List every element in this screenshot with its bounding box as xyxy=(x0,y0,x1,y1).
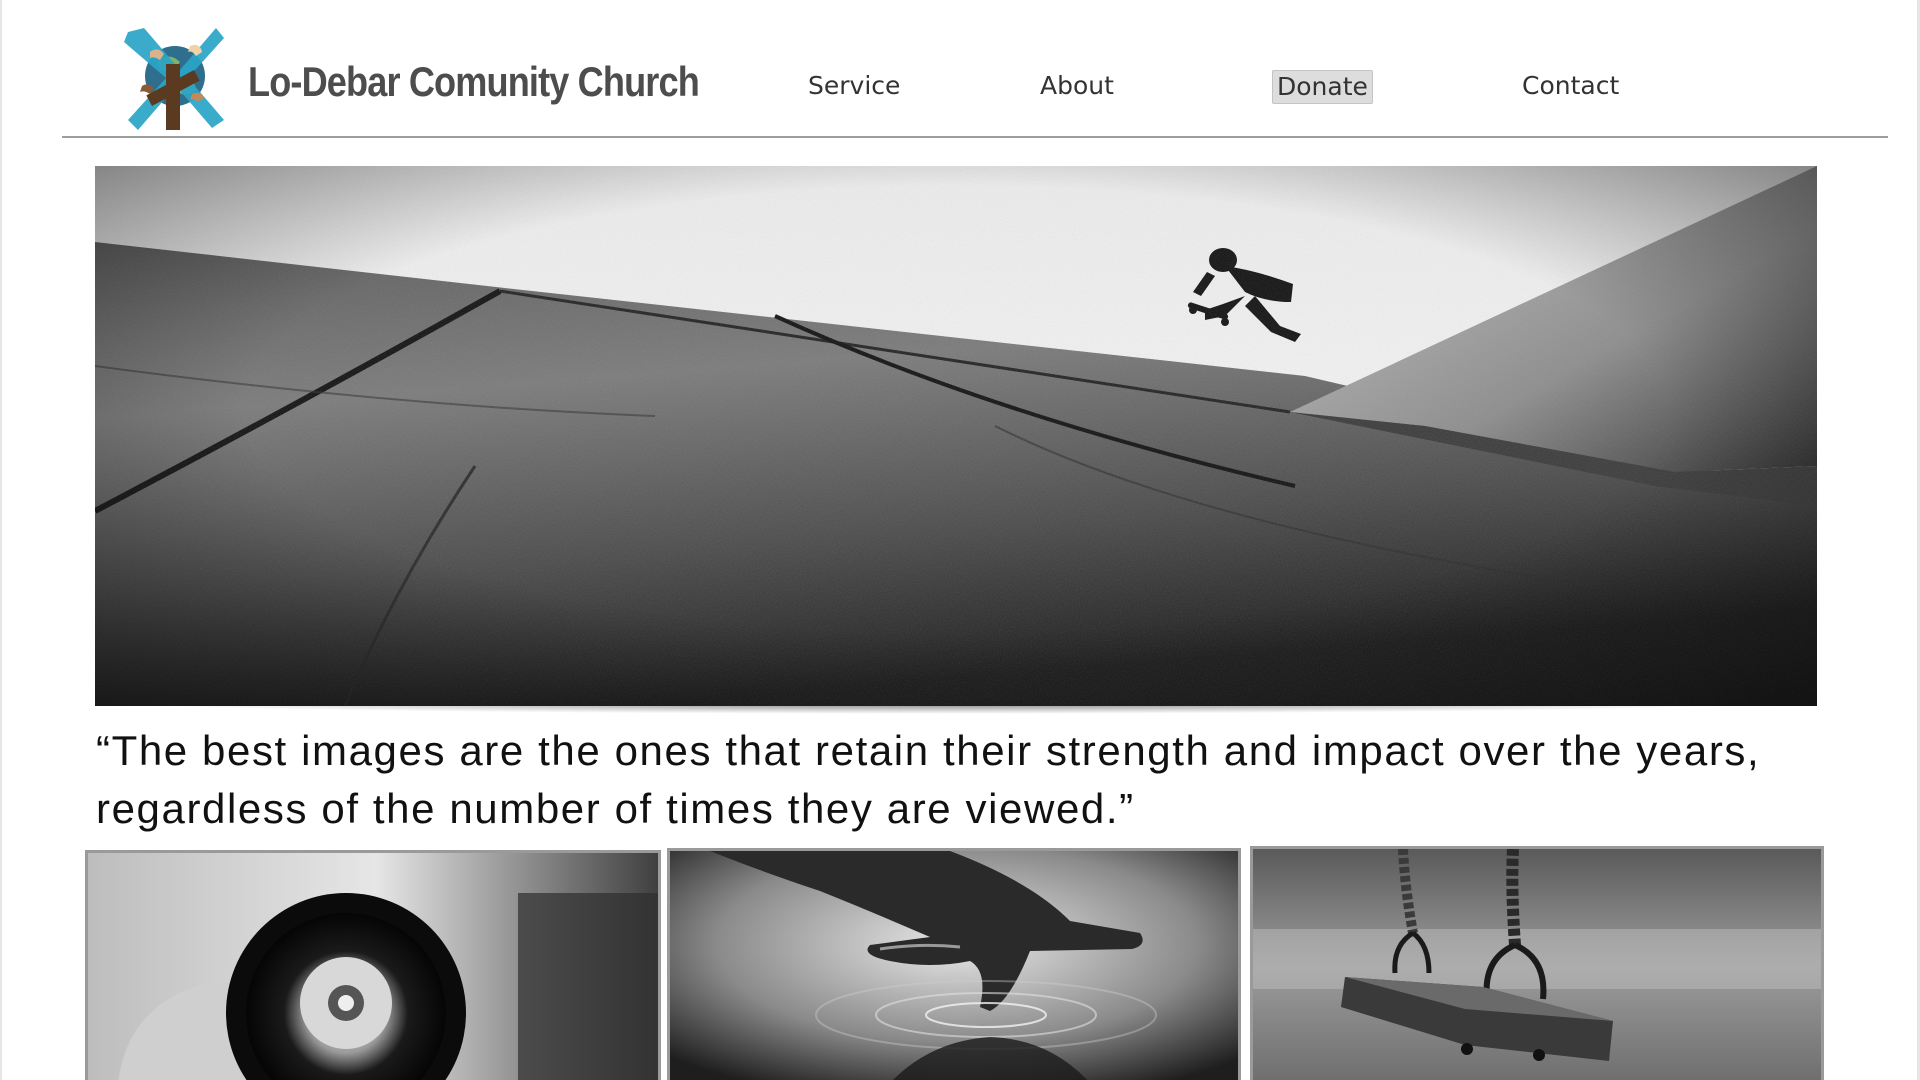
skateboarder-ramp-photo xyxy=(95,166,1817,706)
site-title[interactable]: Lo-Debar Comunity Church xyxy=(248,58,700,106)
nav-service-link[interactable]: Service xyxy=(808,70,900,102)
gallery-item-water[interactable] xyxy=(667,848,1241,1080)
hero-quote: “The best images are the ones that retai… xyxy=(96,727,1761,832)
hero-image xyxy=(95,166,1817,706)
church-logo-icon xyxy=(124,28,224,130)
nav-about-link[interactable]: About xyxy=(1040,70,1114,102)
wooden-swing-photo xyxy=(1253,849,1821,1080)
nav-contact-link[interactable]: Contact xyxy=(1522,70,1619,102)
page-edge-left xyxy=(0,0,2,1080)
gallery-item-lens[interactable] xyxy=(85,850,661,1080)
header-divider xyxy=(62,136,1888,138)
gallery-item-swing[interactable] xyxy=(1250,846,1824,1080)
finger-water-photo xyxy=(670,851,1238,1080)
camera-lens-photo xyxy=(88,853,658,1080)
nav-donate-link[interactable]: Donate xyxy=(1272,70,1373,104)
